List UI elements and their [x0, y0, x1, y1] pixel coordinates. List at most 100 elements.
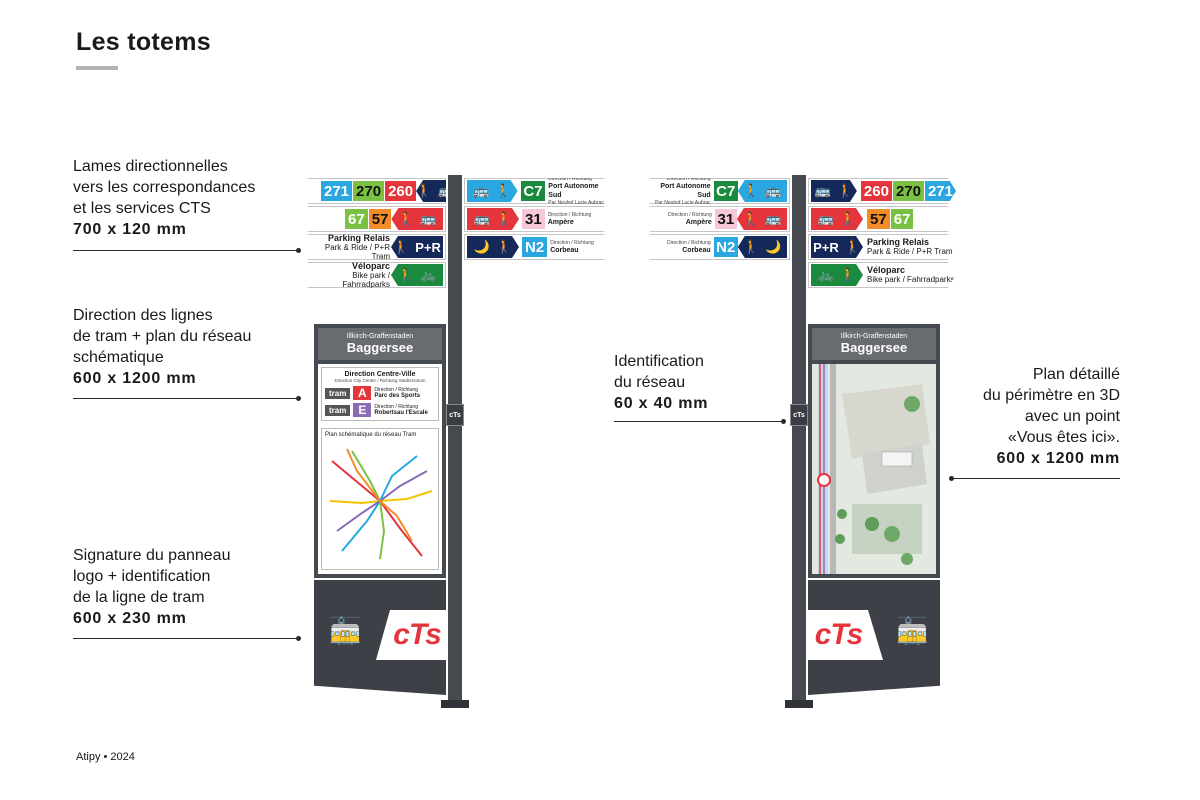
line-badge: 67	[345, 209, 368, 229]
annotation-direction: Direction des lignes de tram + plan du r…	[73, 305, 251, 389]
annotation-dims: 600 x 230 mm	[73, 610, 187, 627]
tram-a-badge: A	[353, 386, 372, 400]
blade-n2: Direction / Richtung Corbeau N2 🚶 🌙	[642, 234, 790, 260]
bus-icon: 🚌	[420, 211, 437, 226]
pedestrian-icon: 🚶	[393, 239, 410, 254]
pole-foot	[785, 700, 813, 708]
night-bus-icon: 🌙	[473, 239, 490, 254]
line-badge: 270	[893, 181, 924, 201]
night-bus-pictogram: 🚶 🌙	[737, 236, 787, 258]
blade-31: Direction / Richtung Ampère 31 🚶 🚌	[642, 206, 790, 232]
station-header: Illkirch-Graffenstaden Baggersee	[318, 328, 442, 360]
bus-icon: 🚌	[473, 183, 490, 198]
leader-line	[614, 421, 784, 422]
map-title: Plan schématique du réseau Tram	[325, 432, 417, 438]
parking-sub: Park & Ride / P+R Tram	[324, 242, 390, 261]
3d-site-plan	[812, 364, 936, 574]
via: Par Neuhof Lucie Aubrac	[655, 200, 711, 206]
signature-panel: 🚋 cTs	[314, 580, 446, 695]
pedestrian-icon: 🚶	[398, 211, 415, 226]
station-sub: Illkirch-Graffenstaden	[840, 333, 908, 340]
line-badge: 31	[522, 209, 545, 229]
pedestrian-icon: 🚶	[844, 239, 861, 254]
station-sub: Illkirch-Graffenstaden	[346, 333, 414, 340]
page-title: Les totems	[76, 28, 211, 56]
annotation-plan: Plan détaillé du périmètre en 3D avec un…	[940, 364, 1120, 469]
bicycle-icon: 🚲	[817, 267, 834, 282]
via: Par Neuhof Lucie Aubrac	[548, 200, 604, 206]
direction-sub: Direction City Center / Richtung Stadtze…	[334, 378, 426, 383]
pedestrian-icon: 🚶	[840, 267, 857, 282]
tram-icon: 🚋	[329, 616, 362, 646]
station-name: Baggersee	[346, 340, 414, 355]
pedestrian-icon: 🚶	[743, 239, 760, 254]
cts-logo: cTs	[393, 618, 442, 651]
annotation-line: logo + identification	[73, 568, 211, 585]
leader-dot	[949, 476, 954, 481]
pedestrian-icon: 🚶	[495, 183, 512, 198]
bus-pictogram: 🚌 🚶	[811, 180, 857, 202]
blade-veloparc: Véloparc Bike park / Fahrradparks 🚶 🚲	[300, 262, 446, 288]
pedestrian-icon: 🚶	[397, 267, 414, 282]
annotation-line: du périmètre en 3D	[983, 387, 1120, 404]
annotation-line: Plan détaillé	[1032, 366, 1120, 383]
annotation-dims: 60 x 40 mm	[614, 395, 709, 412]
blade-veloparc: 🚲 🚶 Véloparc Bike park / Fahrradparks	[808, 262, 956, 288]
leader-line	[73, 398, 299, 399]
annotation-line: de tram + plan du réseau	[73, 328, 252, 345]
parking-pictogram: P+R 🚶	[811, 236, 863, 258]
bus-icon: 🚌	[765, 183, 782, 198]
leader-dot	[296, 248, 301, 253]
parking-title: Parking Relais	[327, 232, 390, 243]
leader-dot	[781, 419, 786, 424]
line-badge: C7	[521, 181, 546, 201]
direction-label: Direction / Richtung	[550, 239, 594, 246]
line-badge: 270	[353, 181, 385, 201]
destination: Ampère	[547, 218, 574, 226]
annotation-line: de la ligne de tram	[73, 589, 205, 606]
destination: Robertsau l'Escale	[374, 410, 428, 416]
pedestrian-icon: 🚶	[496, 239, 513, 254]
bus-icon: 🚌	[473, 211, 490, 226]
park-and-ride-icon: P+R	[415, 239, 441, 255]
annotation-dims: 700 x 120 mm	[73, 221, 187, 238]
bicycle-icon: 🚲	[420, 267, 437, 282]
pedestrian-icon: 🚶	[836, 183, 854, 198]
veloparc-pictogram: 🚶 🚲	[391, 264, 443, 286]
blade-parking: Parking Relais Park & Ride / P+R Tram 🚶 P…	[300, 234, 446, 260]
bus-pictogram: 🚌 🚶	[467, 180, 518, 202]
line-badge: N2	[522, 237, 547, 257]
line-badge: 57	[368, 209, 392, 229]
tram-e-badge: E	[353, 403, 372, 417]
3d-plan	[812, 364, 936, 574]
direction-title: Direction Centre-Ville	[344, 371, 416, 378]
line-badge: N2	[713, 237, 738, 257]
bus-pictogram: 🚌 🚶	[467, 208, 519, 230]
parking-pictogram: 🚶 P+R	[391, 236, 443, 258]
annotation-dims: 600 x 1200 mm	[73, 370, 197, 387]
night-bus-pictogram: 🌙 🚶	[467, 236, 519, 258]
destination: Port Autonome Sud	[548, 183, 599, 199]
annotation-blades: Lames directionnelles vers les correspon…	[73, 156, 255, 240]
veloparc-sub: Bike park / Fahrradparks	[867, 275, 955, 284]
annotation-identification: Identification du réseau 60 x 40 mm	[614, 351, 708, 414]
annotation-line: vers les correspondances	[73, 179, 256, 196]
bus-pictogram: 🚶 🚌	[736, 208, 788, 230]
veloparc-title: Véloparc	[867, 265, 906, 275]
destination: Port Autonome Sud	[660, 183, 711, 199]
tram-a-row: tram A Direction / Richtung Parc des Spor…	[325, 386, 435, 400]
blade-c7: 🚌 🚶 C7 Direction / Richtung Port Autonome…	[464, 178, 612, 204]
annotation-line: Direction des lignes	[73, 307, 213, 324]
pedestrian-icon: 🚶	[742, 211, 759, 226]
parking-title: Parking Relais	[867, 237, 930, 247]
pedestrian-icon: 🚶	[743, 183, 760, 198]
blade-c7: Direction / Richtung Port Autonome Sud P…	[642, 178, 790, 204]
line-badge: 271	[321, 181, 353, 201]
park-and-ride-icon: P+R	[813, 239, 839, 255]
title-rule	[76, 66, 118, 70]
panel-content: Direction Centre-Ville Direction City Ce…	[318, 364, 442, 574]
veloparc-sub: Bike park / Fahrradparks	[342, 270, 390, 289]
blade-bus-lines: 271 270 260 🚶 🚌	[300, 178, 446, 204]
totem-pole	[448, 175, 462, 703]
line-badge: C7	[713, 181, 738, 201]
